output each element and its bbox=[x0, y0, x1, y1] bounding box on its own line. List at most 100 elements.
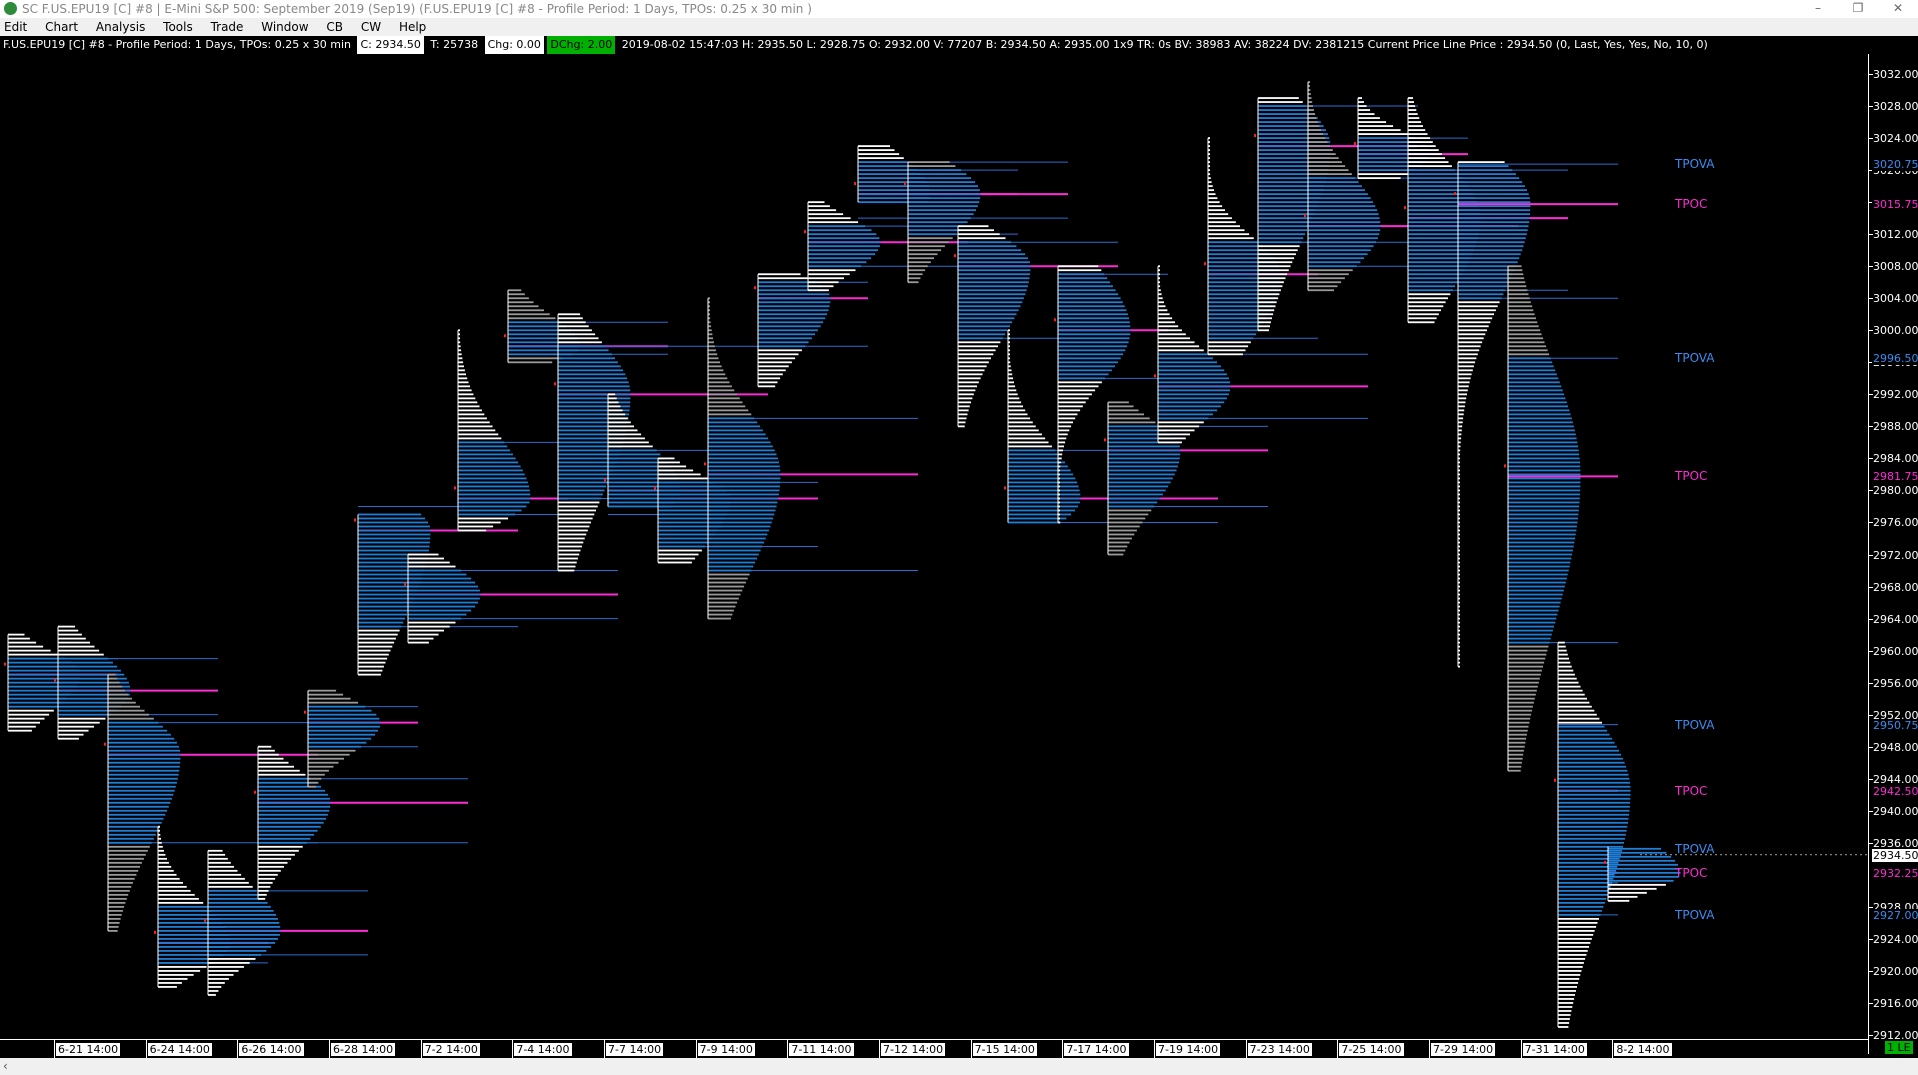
tpo-row bbox=[8, 653, 59, 656]
tpo-row bbox=[408, 597, 480, 600]
menu-analysis[interactable]: Analysis bbox=[89, 18, 152, 36]
tpo-row bbox=[708, 589, 743, 592]
tpo-row bbox=[1458, 185, 1525, 188]
tpo-row bbox=[1308, 213, 1379, 216]
tpo-row bbox=[258, 809, 330, 812]
tpo-row bbox=[808, 237, 880, 240]
tpo-row bbox=[458, 381, 469, 384]
tpo-row bbox=[1058, 269, 1102, 272]
tpo-row bbox=[308, 717, 380, 720]
tpo-row bbox=[1208, 237, 1254, 240]
tpo-row bbox=[1558, 757, 1623, 760]
tpo-row bbox=[1208, 217, 1232, 220]
time-tick-label: 8-2 14:00 bbox=[1614, 1043, 1672, 1056]
tpo-row bbox=[1058, 301, 1123, 304]
menu-cw[interactable]: CW bbox=[354, 18, 388, 36]
open-marker bbox=[1304, 214, 1306, 218]
horizontal-scrollbar[interactable]: ‹ bbox=[0, 1058, 1918, 1075]
tpo-row bbox=[108, 801, 171, 804]
tpo-row bbox=[558, 513, 595, 516]
tpo-row bbox=[1608, 847, 1662, 850]
tpo-row bbox=[208, 946, 272, 948]
tpo-row bbox=[108, 865, 140, 868]
tpo-row bbox=[358, 529, 431, 532]
tpo-row bbox=[658, 537, 712, 540]
price-tick-label: 2992.00 bbox=[1873, 388, 1918, 402]
tpo-row bbox=[108, 777, 178, 780]
menu-edit[interactable]: Edit bbox=[0, 18, 34, 36]
tpo-row bbox=[1458, 305, 1498, 308]
menu-tools[interactable]: Tools bbox=[156, 18, 200, 36]
tpo-row bbox=[758, 333, 815, 336]
tpo-row bbox=[958, 325, 1010, 328]
open-marker bbox=[754, 286, 756, 290]
tpo-row bbox=[1458, 261, 1518, 264]
tpo-row bbox=[108, 825, 160, 828]
tpo-row bbox=[1308, 209, 1378, 212]
tpo-row bbox=[1508, 297, 1530, 300]
tpo-row bbox=[558, 401, 631, 404]
tpo-row bbox=[1008, 521, 1062, 524]
menu-trade[interactable]: Trade bbox=[204, 18, 251, 36]
tpo-row bbox=[1058, 373, 1109, 376]
tpo-row bbox=[1458, 389, 1468, 392]
tpo-row bbox=[408, 629, 444, 632]
chart-mode-indicator[interactable]: 1 LE bbox=[1885, 1041, 1913, 1054]
menu-chart[interactable]: Chart bbox=[38, 18, 85, 36]
price-axis[interactable]: 3032.003028.003024.003020.003016.003012.… bbox=[1868, 54, 1918, 1054]
tpo-row bbox=[1208, 345, 1249, 348]
tpo-row bbox=[1608, 879, 1674, 882]
tpo-row bbox=[1558, 729, 1608, 732]
tpo-row bbox=[658, 541, 709, 544]
menu-cb[interactable]: CB bbox=[319, 18, 350, 36]
time-tick-mark bbox=[145, 1040, 147, 1058]
tpo-row bbox=[958, 385, 977, 388]
tpo-row bbox=[1508, 701, 1534, 704]
tpo-row bbox=[1608, 855, 1672, 858]
time-axis[interactable]: 6-21 14:00 6-24 14:00 6-26 14:00 6-28 14:00… bbox=[0, 1039, 1868, 1059]
scroll-left-icon[interactable]: ‹ bbox=[3, 1058, 8, 1075]
tpo-row bbox=[1308, 233, 1380, 236]
restore-button[interactable]: ❐ bbox=[1838, 0, 1878, 18]
tpo-row bbox=[1508, 273, 1524, 276]
menu-window[interactable]: Window bbox=[254, 18, 315, 36]
tpo-row bbox=[258, 845, 303, 848]
tpo-row bbox=[558, 337, 599, 340]
tpo-row bbox=[358, 545, 430, 548]
tpo-row bbox=[1508, 373, 1557, 376]
tpo-row bbox=[958, 293, 1026, 296]
tpo-row bbox=[308, 761, 339, 764]
tpo-row bbox=[158, 966, 207, 968]
tpo-row bbox=[1308, 97, 1312, 99]
tpo-row bbox=[1508, 753, 1524, 756]
tpo-row bbox=[958, 301, 1023, 304]
tpo-row bbox=[1308, 181, 1359, 184]
tpo-row bbox=[1508, 333, 1542, 336]
tpova-label: TPOVA bbox=[1675, 157, 1715, 172]
tpo-row bbox=[558, 473, 612, 476]
tpo-row bbox=[1508, 289, 1528, 292]
tpo-row bbox=[1558, 1010, 1572, 1012]
time-tick-mark bbox=[1245, 1040, 1247, 1058]
market-profile-chart[interactable] bbox=[0, 54, 1868, 1039]
tpo-row bbox=[1108, 461, 1179, 464]
tpo-row bbox=[258, 761, 289, 764]
tpo-row bbox=[8, 645, 44, 648]
tpo-row bbox=[108, 761, 181, 764]
tpo-row bbox=[1258, 293, 1280, 296]
minimize-button[interactable]: – bbox=[1798, 0, 1838, 18]
tpo-row bbox=[1458, 369, 1473, 372]
menu-help[interactable]: Help bbox=[392, 18, 433, 36]
tpo-row bbox=[458, 481, 528, 484]
tpo-row bbox=[1258, 245, 1300, 248]
price-tick-label: 2972.00 bbox=[1873, 548, 1918, 562]
tpo-row bbox=[1558, 877, 1614, 880]
tpo-row bbox=[1358, 133, 1409, 135]
va-price-label: 2927.00 bbox=[1872, 908, 1918, 922]
close-button[interactable]: ✕ bbox=[1878, 0, 1918, 18]
tpo-row bbox=[908, 205, 978, 208]
tpo-row bbox=[1408, 177, 1462, 180]
tpo-row bbox=[208, 950, 267, 952]
tpo-row bbox=[108, 705, 140, 708]
tpo-row bbox=[708, 497, 779, 500]
